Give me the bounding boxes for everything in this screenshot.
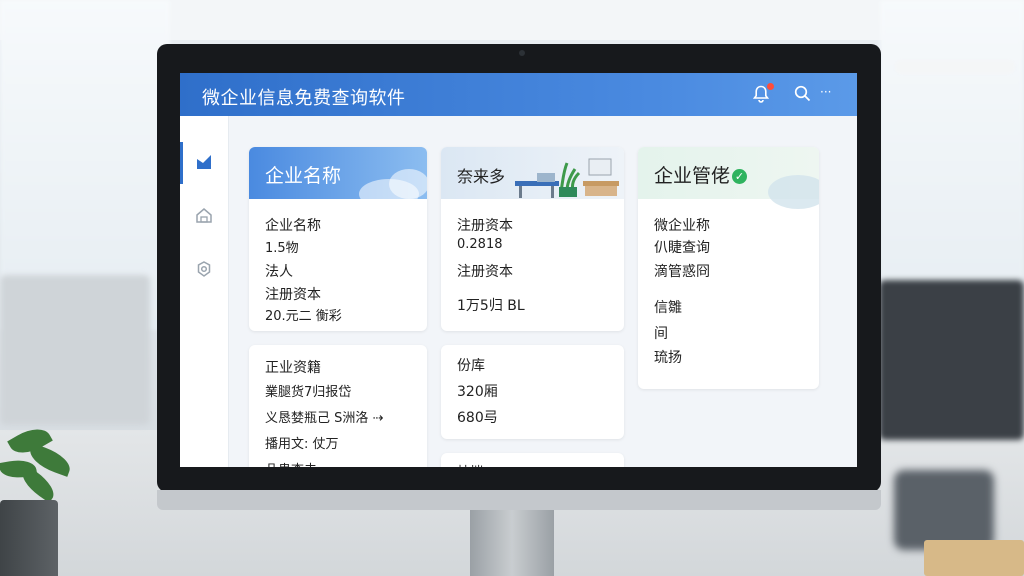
card-line: 正业资籍 <box>265 360 321 376</box>
card-title: 奈来多 <box>457 167 506 186</box>
card-line: 業腿货7归报岱 <box>265 385 352 400</box>
company-name-card[interactable]: 企业名称 企业名称 1.5物 法人 注册资本 20.元二 衡彩 <box>249 147 427 331</box>
card-line: 1.5物 <box>265 241 299 256</box>
card-line: 注册资本 <box>457 218 513 234</box>
background-monitor-right <box>879 280 1024 440</box>
card-line: 注册资本 <box>265 287 321 303</box>
card-line: 企业名称 <box>265 218 321 234</box>
card-line: 信雛 <box>654 300 682 316</box>
camera-icon <box>519 50 525 56</box>
company-management-card[interactable]: 企业管佬 ✓ 微企业称 仈睫查询 滴管惑冏 信雛 间 琉扬 <box>638 147 819 389</box>
card-line: 20.元二 衡彩 <box>265 309 342 324</box>
search-icon[interactable] <box>794 85 811 106</box>
sidebar <box>180 116 229 467</box>
settings-icon[interactable] <box>194 260 214 280</box>
card-line: 0.2818 <box>457 237 503 252</box>
card-line: 间 <box>654 326 668 342</box>
card-line: 法人 <box>265 264 293 280</box>
card-line: 播用文: 仗万 <box>265 437 339 452</box>
card-line: 微企业称 <box>654 218 710 234</box>
card-line: 注册资本 <box>457 264 513 280</box>
card-title: 企业管佬 ✓ <box>654 161 748 188</box>
card-header: 企业管佬 ✓ <box>638 147 819 209</box>
card-title: 企业名称 <box>265 165 342 187</box>
card-line: 1万5归 BL <box>457 298 525 314</box>
ceiling-lamp <box>895 60 1015 74</box>
card-line: 㭑墔 <box>457 461 483 467</box>
app-screen: 微企业信息免费查询软件 ··· 企业名称 企业名称 1.5物 法人 注册资本 2… <box>180 73 857 467</box>
chart-icon[interactable] <box>194 153 214 173</box>
card-line: 义恳婪瓶己 S洲洛 ⇢ <box>265 411 384 426</box>
card-line: 680㢧 <box>457 410 498 426</box>
partial-card[interactable]: 㭑墔 <box>441 453 624 467</box>
plant-pot <box>0 500 58 576</box>
cardboard-box <box>924 540 1024 576</box>
background-chair <box>894 470 994 550</box>
card-header: 奈来多 <box>441 147 624 199</box>
app-title: 微企业信息免费查询软件 <box>202 88 406 109</box>
registered-capital-card[interactable]: 奈来多 注册资本 0.2818 注册资本 1万5归 BL <box>441 147 624 331</box>
home-icon[interactable] <box>194 206 214 226</box>
verified-check-icon: ✓ <box>732 169 748 184</box>
card-line: 仈睫查询 <box>654 240 710 256</box>
card-line: 份库 <box>457 358 485 374</box>
title-bar: 微企业信息免费查询软件 ··· <box>180 73 857 116</box>
sidebar-active-indicator <box>180 142 183 184</box>
notification-dot <box>767 83 774 90</box>
card-line: 滴管惑冏 <box>654 264 710 280</box>
card-line: 琉扬 <box>654 350 682 366</box>
more-icon[interactable]: ··· <box>820 83 831 101</box>
card-line: 卩蛊杏去 <box>265 459 317 467</box>
monitor-chin <box>157 490 881 510</box>
office-illustration-icon <box>515 158 619 198</box>
company-assets-card[interactable]: 正业资籍 業腿货7归报岱 义恳婪瓶己 S洲洛 ⇢ 播用文: 仗万 卩蛊杏去 <box>249 345 427 467</box>
card-header: 企业名称 <box>249 147 427 209</box>
rank-card[interactable]: 份库 320厢 680㢧 <box>441 345 624 439</box>
card-line: 320厢 <box>457 384 498 400</box>
background-monitor-left <box>0 275 150 425</box>
